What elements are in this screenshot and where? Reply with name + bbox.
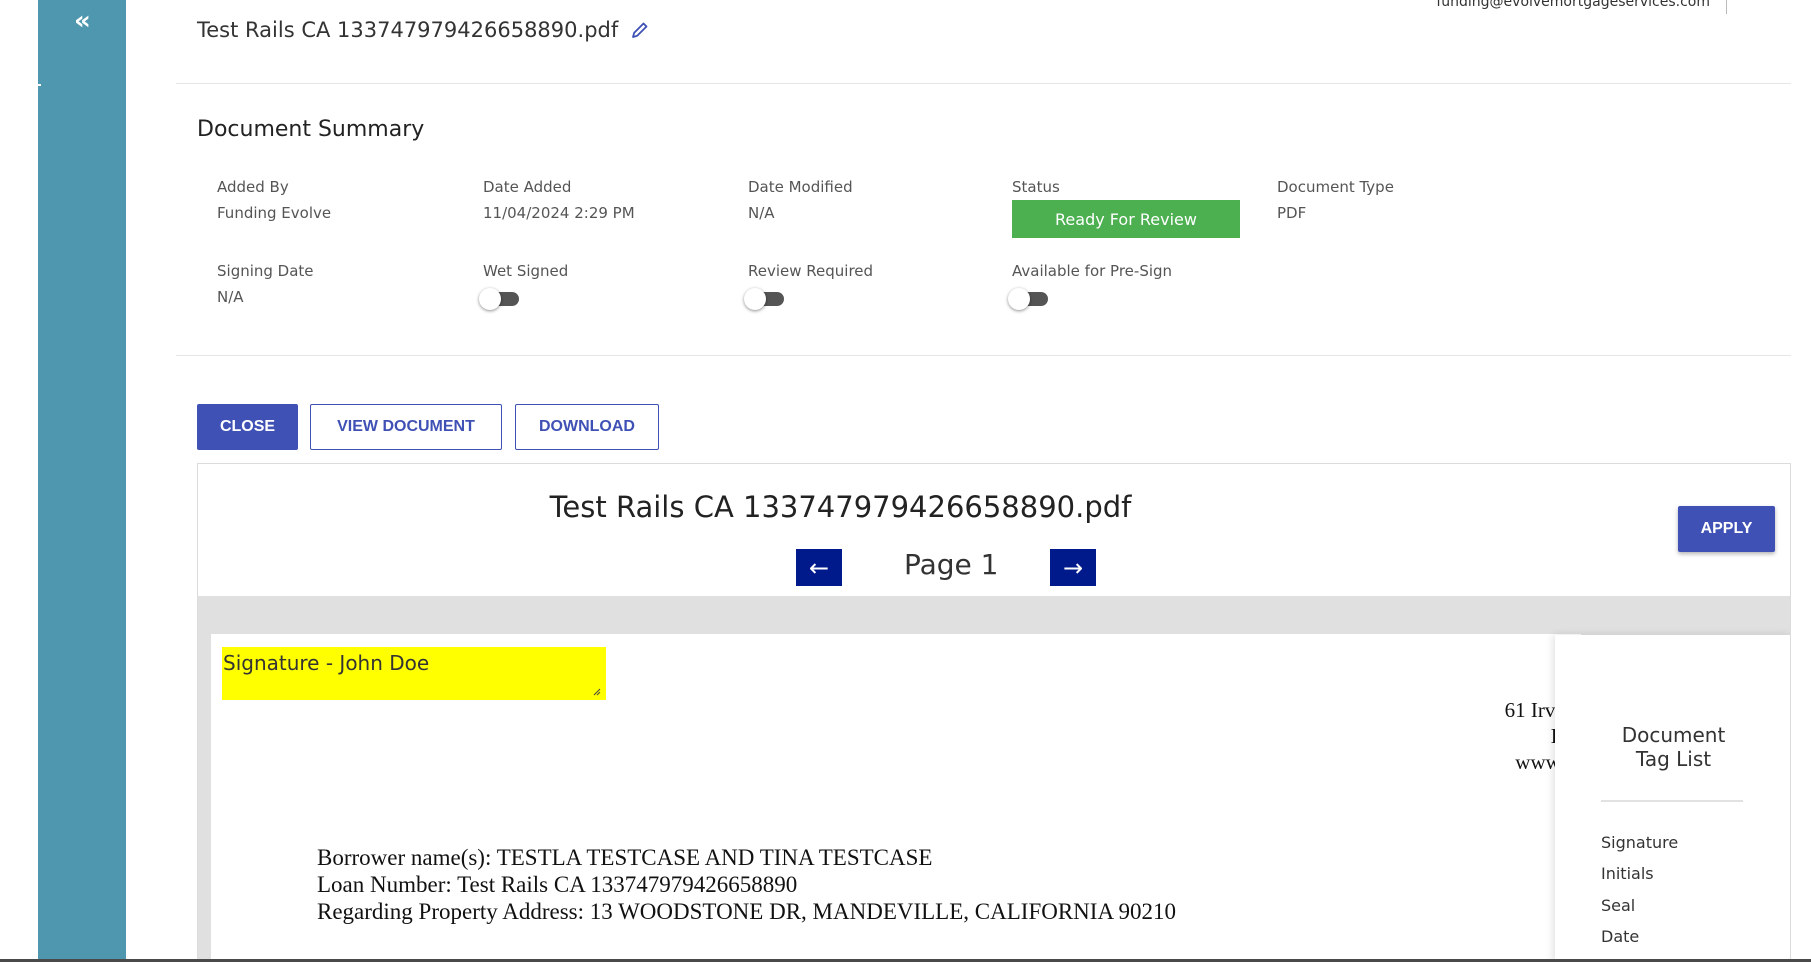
field-available-presign: Available for Pre-Sign xyxy=(1012,262,1172,280)
document-name: Test Rails CA 133747979426658890.pdf xyxy=(197,18,619,42)
signature-tag-label: Signature - John Doe xyxy=(223,651,430,675)
pdf-page: Signature - John Doe 61 Irvine Irvi www.… xyxy=(211,634,1581,962)
view-document-button[interactable]: VIEW DOCUMENT xyxy=(310,404,502,450)
loan-number: Loan Number: Test Rails CA 1337479794266… xyxy=(317,872,798,897)
close-button[interactable]: CLOSE xyxy=(197,404,298,450)
status-badge: Ready For Review xyxy=(1012,200,1240,238)
user-email: funding@evolvemortgageservices.com xyxy=(1436,0,1710,10)
viewer-title: Test Rails CA 133747979426658890.pdf xyxy=(549,490,1132,524)
field-value: PDF xyxy=(1277,204,1307,222)
tag-item-date[interactable]: Date xyxy=(1601,927,1639,946)
letter-body: Borrower name(s): TESTLA TESTCASE AND TI… xyxy=(317,844,1176,925)
field-label: Wet Signed xyxy=(483,262,569,280)
review-required-toggle[interactable] xyxy=(744,288,786,310)
toggle-knob xyxy=(479,288,501,310)
field-label: Status xyxy=(1012,178,1060,196)
field-value: N/A xyxy=(217,288,244,306)
field-label: Review Required xyxy=(748,262,874,280)
arrow-left-icon: ← xyxy=(808,553,830,582)
sidebar-divider xyxy=(38,84,41,86)
page-indicator: Page 1 xyxy=(904,548,999,581)
field-value: Funding Evolve xyxy=(217,204,332,222)
download-button[interactable]: DOWNLOAD xyxy=(515,404,659,450)
field-date-added: Date Added 11/04/2024 2:29 PM xyxy=(483,178,635,222)
wet-signed-toggle[interactable] xyxy=(479,288,521,310)
tag-item-seal[interactable]: Seal xyxy=(1601,896,1635,915)
field-label: Date Modified xyxy=(748,178,853,196)
tag-list-title: Document Tag List xyxy=(1555,723,1790,771)
signature-tag-field[interactable]: Signature - John Doe xyxy=(222,647,606,700)
document-viewer: Test Rails CA 133747979426658890.pdf APP… xyxy=(197,463,1791,962)
divider xyxy=(1601,800,1743,802)
field-document-type: Document Type PDF xyxy=(1277,178,1394,222)
property-address: Regarding Property Address: 13 WOODSTONE… xyxy=(317,899,1177,924)
field-value: 11/04/2024 2:29 PM xyxy=(483,204,635,222)
arrow-right-icon: → xyxy=(1062,553,1084,582)
field-label: Signing Date xyxy=(217,262,314,280)
field-status: Status xyxy=(1012,178,1060,196)
field-label: Added By xyxy=(217,178,289,196)
tag-list-title-line: Tag List xyxy=(1635,747,1712,771)
borrower-names: Borrower name(s): TESTLA TESTCASE AND TI… xyxy=(317,845,933,870)
next-page-button[interactable]: → xyxy=(1050,549,1096,586)
apply-button[interactable]: APPLY xyxy=(1678,506,1775,552)
field-label: Date Added xyxy=(483,178,572,196)
available-presign-toggle[interactable] xyxy=(1008,288,1050,310)
tag-list-title-line: Document xyxy=(1621,723,1726,747)
resize-handle-icon[interactable] xyxy=(593,688,601,696)
toggle-knob xyxy=(1008,288,1030,310)
divider xyxy=(176,355,1791,356)
document-tag-list-panel: Document Tag List Signature Initials Sea… xyxy=(1555,635,1790,962)
toggle-knob xyxy=(744,288,766,310)
field-added-by: Added By Funding Evolve xyxy=(217,178,331,222)
section-title-document-summary: Document Summary xyxy=(197,117,425,142)
field-value: N/A xyxy=(748,204,775,222)
prev-page-button[interactable]: ← xyxy=(796,549,842,586)
field-label: Available for Pre-Sign xyxy=(1012,262,1173,280)
field-wet-signed: Wet Signed xyxy=(483,262,568,280)
field-signing-date: Signing Date N/A xyxy=(217,262,314,306)
pencil-icon[interactable] xyxy=(630,20,650,40)
sidebar: « xyxy=(38,0,126,962)
page-title: Test Rails CA 133747979426658890.pdf xyxy=(197,18,650,42)
divider xyxy=(176,83,1791,84)
field-label: Document Type xyxy=(1277,178,1394,196)
tag-item-initials[interactable]: Initials xyxy=(1601,864,1654,883)
collapse-sidebar-icon[interactable]: « xyxy=(74,8,91,34)
header-divider xyxy=(1726,0,1727,14)
field-date-modified: Date Modified N/A xyxy=(748,178,853,222)
field-review-required: Review Required xyxy=(748,262,873,280)
tag-item-signature[interactable]: Signature xyxy=(1601,833,1678,852)
